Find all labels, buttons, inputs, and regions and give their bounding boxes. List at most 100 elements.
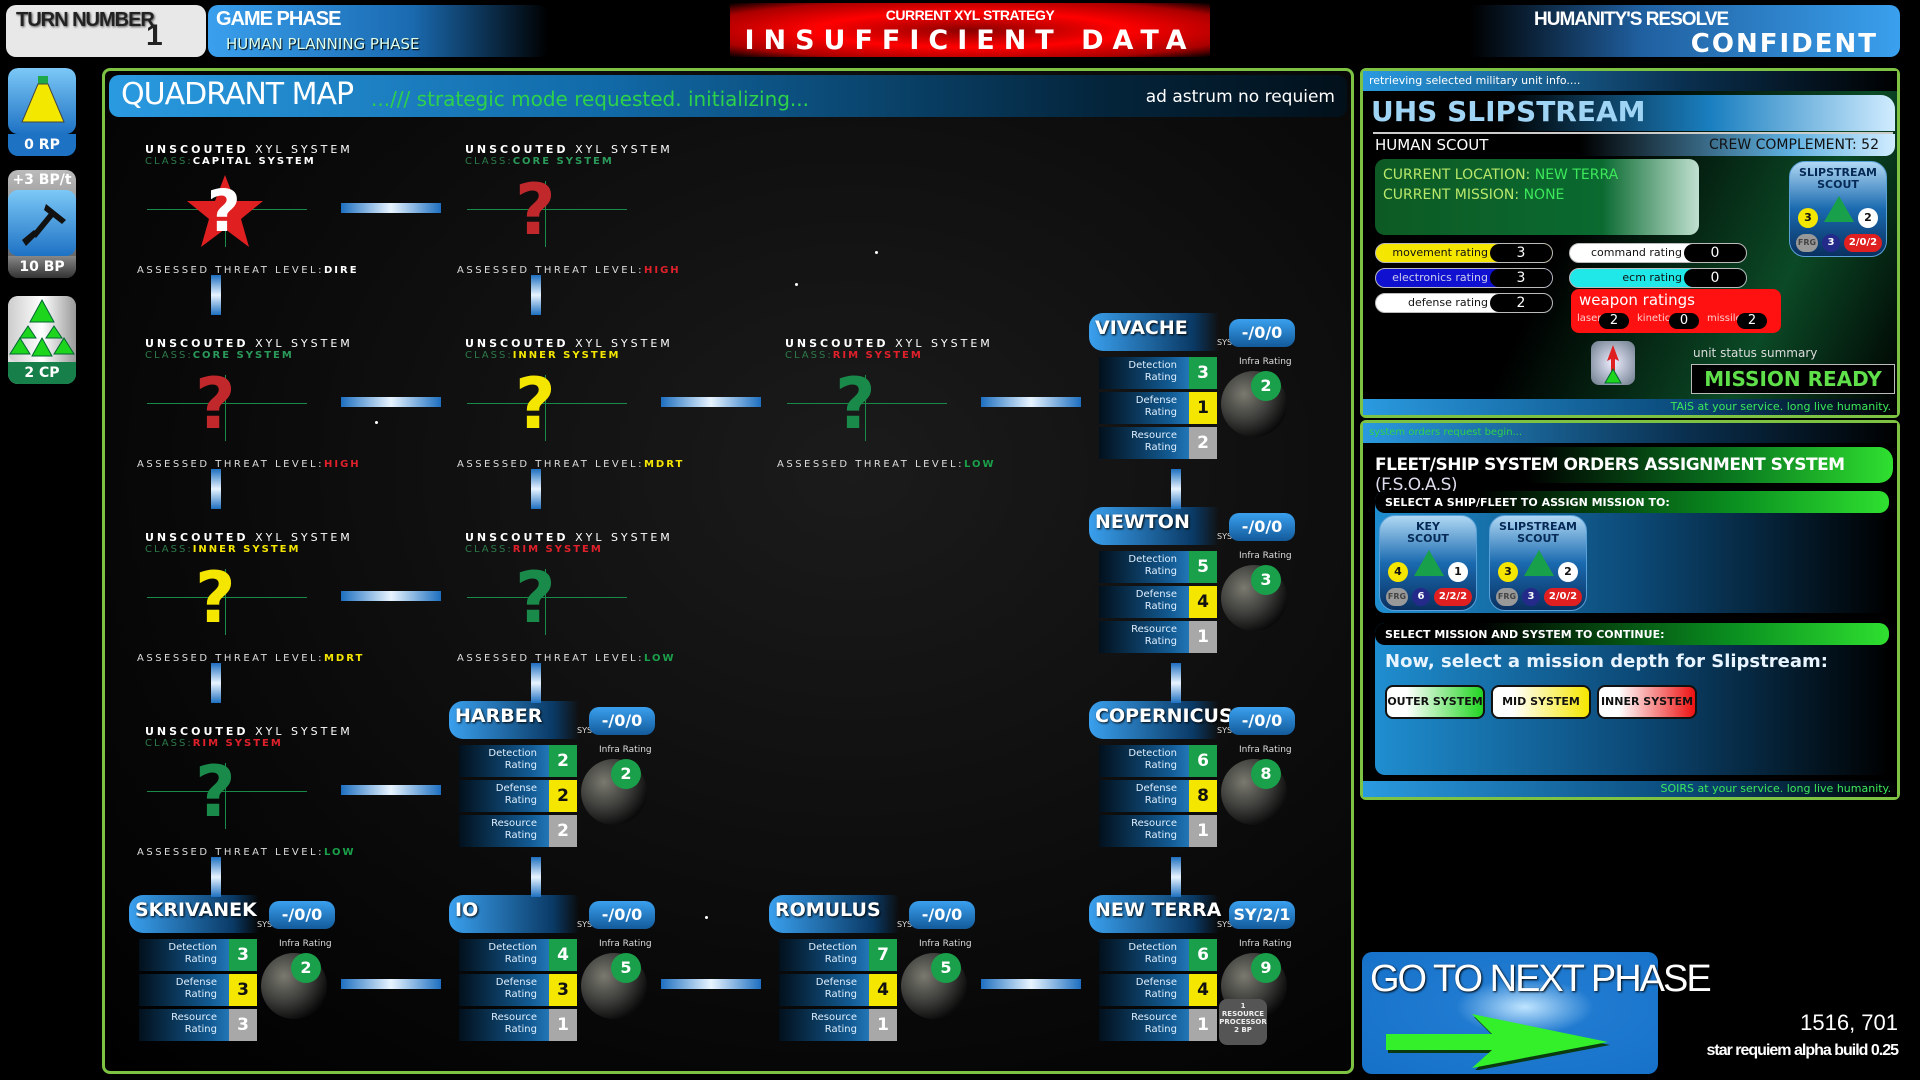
defense-rating-label: Defense Rating	[1105, 395, 1177, 419]
command-points-button[interactable]: 2 CP	[8, 296, 76, 384]
resolve-label: HUMANITY'S RESOLVE	[1534, 9, 1729, 30]
card-movement: 3	[1798, 208, 1818, 228]
unscouted-system-7[interactable]: UNSCOUTED XYL SYSTEM CLASS:RIM SYSTEM? ASS…	[137, 725, 397, 875]
turn-value: 1	[146, 19, 163, 52]
map-motto: ad astrum no requiem	[1145, 87, 1335, 107]
label-line2: Rating	[1144, 954, 1177, 965]
system-class: CLASS:RIM SYSTEM	[145, 738, 283, 749]
ship-card-slipstream[interactable]: SLIPSTREAM SCOUT 3 2 FRG 3 2/0/2	[1489, 515, 1587, 611]
detection-rating-label: Detection Rating	[785, 942, 857, 966]
move-direction-button[interactable]	[1591, 341, 1635, 385]
orders-header: system orders request begin...	[1363, 423, 1897, 443]
defense-rating: Defense Rating 8	[1099, 780, 1217, 812]
unscouted-title: UNSCOUTED XYL SYSTEM	[465, 531, 673, 544]
system-tile-skrivanek[interactable]: SKRIVANEKSYSTEM-/0/0DetectionRating3Defe…	[129, 895, 339, 1045]
xyl-system-label: XYL SYSTEM	[568, 531, 673, 544]
label-line2: Rating	[824, 954, 857, 965]
mid-system-button[interactable]: MID SYSTEM	[1491, 685, 1591, 719]
label-line1: Defense	[1135, 977, 1177, 988]
unscouted-system-1[interactable]: UNSCOUTED XYL SYSTEM CLASS:CORE SYSTEM? AS…	[457, 143, 717, 293]
system-tile-romulus[interactable]: ROMULUSSYSTEM-/0/0DetectionRating7Defens…	[769, 895, 979, 1045]
current-mission: CURRENT MISSION: NONE	[1383, 187, 1564, 203]
arrow-up-icon	[1604, 345, 1622, 384]
system-tile-vivache[interactable]: VIVACHESYSTEM-/0/0DetectionRating3Defens…	[1089, 313, 1299, 463]
ship-card-key[interactable]: KEY SCOUT 4 1 FRG 6 2/2/2	[1379, 515, 1477, 611]
unscouted-label: UNSCOUTED	[145, 337, 249, 350]
label-line2: Rating	[504, 1024, 537, 1035]
map-header: QUADRANT MAP .../// strategic mode reque…	[109, 75, 1347, 117]
label-line2: Rating	[504, 760, 537, 771]
defense-rating: Defense Rating 4	[1099, 586, 1217, 618]
card-name: KEY SCOUT	[1380, 521, 1476, 545]
unknown-system-icon: ?	[515, 363, 556, 445]
unscouted-system-3[interactable]: UNSCOUTED XYL SYSTEM CLASS:INNER SYSTEM? A…	[457, 337, 717, 487]
unscouted-title: UNSCOUTED XYL SYSTEM	[145, 143, 353, 156]
research-points-button[interactable]: 0 RP	[8, 68, 76, 156]
unscouted-system-4[interactable]: UNSCOUTED XYL SYSTEM CLASS:RIM SYSTEM? ASS…	[777, 337, 1037, 487]
label-line2: Rating	[824, 989, 857, 1000]
class-value: INNER SYSTEM	[512, 350, 621, 361]
resource-rating-label: Resource Rating	[785, 1012, 857, 1036]
system-tile-io[interactable]: IOSYSTEM-/0/0DetectionRating4DefenseRati…	[449, 895, 659, 1045]
infra-rating-value: 2	[1251, 371, 1281, 401]
detection-rating-label: Detection Rating	[1105, 360, 1177, 384]
detection-rating-label: Detection Rating	[1105, 748, 1177, 772]
system-tile-harber[interactable]: HARBERSYSTEM-/0/0DetectionRating2Defense…	[449, 701, 659, 851]
threat-value: MDRT	[643, 459, 685, 470]
resolve-value: CONFIDENT	[1690, 29, 1878, 59]
unscouted-system-5[interactable]: UNSCOUTED XYL SYSTEM CLASS:INNER SYSTEM? A…	[137, 531, 397, 681]
card-hull: 6	[1412, 588, 1430, 606]
hyperlane	[341, 397, 441, 407]
unscouted-system-6[interactable]: UNSCOUTED XYL SYSTEM CLASS:RIM SYSTEM? ASS…	[457, 531, 717, 681]
defense-rating-value: 8	[1189, 780, 1217, 812]
label-line2: Rating	[504, 989, 537, 1000]
threat-value: MDRT	[323, 653, 365, 664]
label-line2: Rating	[1144, 830, 1177, 841]
unscouted-system-2[interactable]: UNSCOUTED XYL SYSTEM CLASS:CORE SYSTEM? AS…	[137, 337, 397, 487]
label-line1: Defense	[1135, 589, 1177, 600]
threat-label: ASSESSED THREAT LEVEL:	[137, 265, 324, 276]
build-points-button[interactable]: +3 BP/t 10 BP	[8, 170, 76, 278]
detection-rating-value: 3	[229, 939, 257, 971]
research-points-value: 0 RP	[8, 134, 76, 156]
label-line1: Resource	[1131, 818, 1177, 829]
system-tile-newton[interactable]: NEWTONSYSTEM-/0/0DetectionRating5Defense…	[1089, 507, 1299, 657]
build-points-value: 10 BP	[8, 256, 76, 278]
status-summary-label: unit status summary	[1693, 346, 1818, 360]
label-line1: Resource	[1131, 430, 1177, 441]
mission-label: CURRENT MISSION:	[1383, 187, 1524, 203]
unscouted-label: UNSCOUTED	[465, 143, 569, 156]
detection-rating: Detection Rating 4	[459, 939, 577, 971]
threat-level: ASSESSED THREAT LEVEL:LOW	[777, 459, 996, 470]
outer-system-button[interactable]: OUTER SYSTEM	[1385, 685, 1485, 719]
processor-cost: 2 BP	[1234, 1026, 1252, 1034]
unit-footer: TAiS at your service. long live humanity…	[1363, 399, 1897, 415]
unscouted-label: UNSCOUTED	[145, 725, 249, 738]
unscouted-label: UNSCOUTED	[145, 143, 249, 156]
system-tile-new-terra[interactable]: NEW TERRASYSTEMSY/2/1DetectionRating6Def…	[1089, 895, 1299, 1045]
label-line2: Rating	[1144, 795, 1177, 806]
rating-value: 3	[1490, 244, 1552, 262]
card-class: FRG	[1386, 588, 1408, 606]
fleet-triangles-icon	[8, 296, 76, 362]
unscouted-system-0[interactable]: UNSCOUTED XYL SYSTEM CLASS:CAPITAL SYSTEM…	[137, 143, 397, 293]
class-value: RIM SYSTEM	[192, 738, 283, 749]
inner-system-button[interactable]: INNER SYSTEM	[1597, 685, 1697, 719]
system-tile-copernicus[interactable]: COPERNICUSSYSTEM-/0/0DetectionRating6Def…	[1089, 701, 1299, 851]
phase-value: HUMAN PLANNING PHASE	[226, 35, 420, 53]
resource-rating: Resource Rating 1	[779, 1009, 897, 1041]
threat-value: HIGH	[323, 459, 361, 470]
label-line2: Rating	[504, 954, 537, 965]
threat-label: ASSESSED THREAT LEVEL:	[457, 459, 644, 470]
label-line1: Detection	[488, 942, 537, 953]
weapon-ratings-label: weapon ratings	[1579, 291, 1695, 309]
laser-value: 2	[1599, 313, 1629, 329]
resource-rating-label: Resource Rating	[1105, 430, 1177, 454]
next-phase-button[interactable]: GO TO NEXT PHASE	[1362, 952, 1712, 1074]
class-value: RIM SYSTEM	[512, 544, 603, 555]
resource-processor-badge[interactable]: 1 RESOURCE PROCESSOR 2 BP	[1219, 999, 1267, 1045]
system-status-code: -/0/0	[909, 901, 975, 929]
threat-value: HIGH	[643, 265, 681, 276]
resource-rating: Resource Rating 1	[1099, 815, 1217, 847]
weapon-ratings-box: weapon ratings laser 2 kinetic 0 missile…	[1571, 289, 1781, 333]
